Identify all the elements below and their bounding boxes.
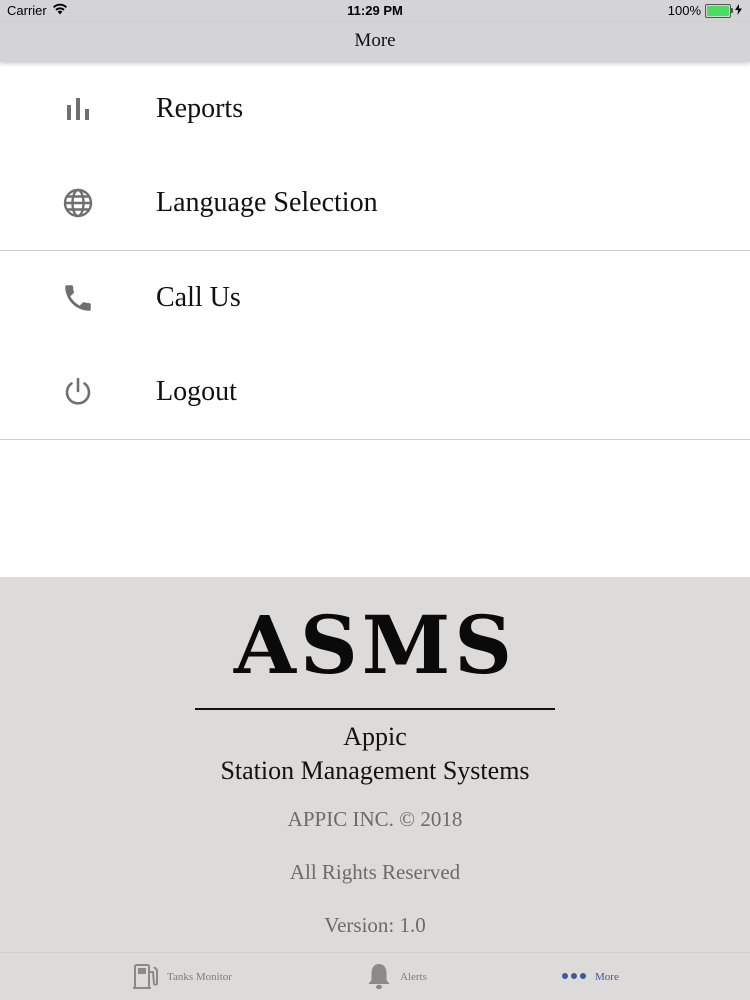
menu-item-label: Logout (156, 376, 237, 407)
menu-item-logout[interactable]: Logout (0, 345, 750, 439)
battery-fill (707, 5, 729, 16)
menu-divider (0, 439, 750, 440)
phone-icon (60, 280, 96, 316)
tab-label: Tanks Monitor (167, 971, 232, 983)
page-title: More (354, 30, 396, 51)
company-line-1: Appic (343, 722, 407, 751)
company-name: Appic Station Management Systems (0, 720, 750, 788)
tab-bar: Tanks Monitor Alerts More (0, 952, 750, 1000)
battery-percent: 100% (667, 3, 701, 18)
menu-item-call-us[interactable]: Call Us (0, 251, 750, 345)
tab-more[interactable]: More (561, 953, 619, 1000)
menu-item-label: Reports (156, 93, 244, 124)
status-bar: Carrier 11:29 PM 100% (0, 0, 750, 22)
tab-label: More (595, 971, 619, 983)
charging-bolt-icon (735, 3, 742, 18)
more-dots-icon (561, 971, 587, 983)
logo-underline (195, 708, 555, 710)
version-text: Version: 1.0 (324, 913, 426, 937)
battery-icon (705, 3, 733, 18)
tab-label: Alerts (400, 971, 427, 983)
menu-item-reports[interactable]: Reports (0, 62, 750, 156)
navigation-bar: More (0, 22, 750, 62)
globe-icon (60, 185, 96, 221)
status-time: 11:29 PM (347, 3, 403, 18)
fuel-pump-icon (133, 962, 159, 993)
tab-tanks-monitor[interactable]: Tanks Monitor (133, 953, 232, 1000)
bar-chart-icon (60, 91, 96, 127)
power-icon (60, 374, 96, 410)
bell-icon (366, 962, 392, 993)
status-right: 100% (668, 3, 742, 18)
copyright-text: APPIC INC. © 2018 (287, 807, 463, 831)
about-section: ASMS Appic Station Management Systems AP… (0, 577, 750, 952)
tab-alerts[interactable]: Alerts (366, 953, 427, 1000)
company-line-2: Station Management Systems (220, 756, 530, 785)
asms-logo: ASMS (233, 598, 517, 692)
menu-item-language-selection[interactable]: Language Selection (0, 156, 750, 250)
rights-text: All Rights Reserved (289, 860, 461, 884)
menu-item-label: Call Us (156, 282, 241, 313)
menu-item-label: Language Selection (156, 187, 378, 218)
more-menu: Reports Language Selection Call Us Logou… (0, 62, 750, 440)
